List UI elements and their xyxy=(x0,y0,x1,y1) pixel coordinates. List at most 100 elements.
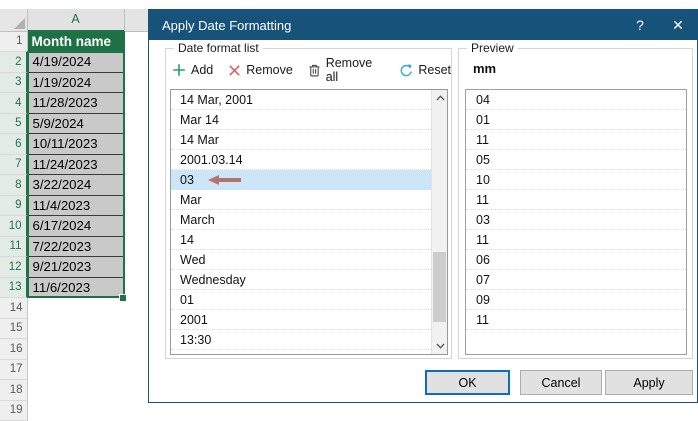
format-list-item[interactable]: 2001 xyxy=(171,310,431,330)
help-button[interactable]: ? xyxy=(621,10,659,40)
format-list-item-label: Mar 14 xyxy=(180,113,219,127)
row-number[interactable]: 11 xyxy=(0,237,28,258)
row-number[interactable]: 6 xyxy=(0,134,28,155)
format-list-item-label: Wednesday xyxy=(180,273,246,287)
format-toolbar: Add Remove Remove all xyxy=(172,59,451,81)
row-number[interactable]: 12 xyxy=(0,257,28,278)
format-list-item[interactable]: Wednesday xyxy=(171,270,431,290)
preview-list-item: 07 xyxy=(466,270,686,290)
preview-list-item: 11 xyxy=(466,130,686,150)
cancel-button[interactable]: Cancel xyxy=(520,370,602,395)
scroll-down-icon[interactable] xyxy=(432,338,448,354)
row-number[interactable]: 4 xyxy=(0,93,28,114)
date-cell[interactable]: 11/24/2023 xyxy=(28,155,125,176)
date-cell[interactable]: 11/28/2023 xyxy=(28,93,125,114)
dialog-button-row: OK Cancel Apply xyxy=(149,370,693,395)
preview-list-item: 06 xyxy=(466,250,686,270)
row-number[interactable]: 16 xyxy=(0,339,28,360)
row-number[interactable]: 15 xyxy=(0,319,28,340)
column-header-row: A xyxy=(0,9,160,32)
add-button[interactable]: Add xyxy=(172,63,213,77)
scrollbar-thumb[interactable] xyxy=(433,252,446,322)
row-number[interactable]: 3 xyxy=(0,73,28,94)
preview-list-item: 11 xyxy=(466,190,686,210)
fill-handle[interactable] xyxy=(119,294,127,302)
plus-icon xyxy=(172,63,186,77)
format-list-item[interactable]: Mar xyxy=(171,190,431,210)
row-number[interactable]: 7 xyxy=(0,155,28,176)
preview-list-item: 10 xyxy=(466,170,686,190)
format-list-item-label: Wed xyxy=(180,253,205,267)
format-list-item[interactable]: 14 Mar, 2001 xyxy=(171,90,431,110)
row-number[interactable]: 9 xyxy=(0,196,28,217)
format-list-item-label: 03 xyxy=(180,173,194,187)
format-list-item-label: 2001.03.14 xyxy=(180,153,243,167)
select-all-triangle-icon xyxy=(14,18,25,29)
row-number[interactable]: 17 xyxy=(0,360,28,381)
date-cells: 4/19/20241/19/202411/28/20235/9/202410/1… xyxy=(28,52,125,298)
row-number[interactable]: 5 xyxy=(0,114,28,135)
header-cell-month-name[interactable]: Month name xyxy=(28,32,125,53)
format-list-item[interactable]: Wed xyxy=(171,250,431,270)
remove-all-button-label: Remove all xyxy=(326,56,384,84)
select-all-corner[interactable] xyxy=(0,9,28,32)
format-list-item[interactable]: 2001.03.14 xyxy=(171,150,431,170)
remove-button[interactable]: Remove xyxy=(228,63,293,77)
remove-button-label: Remove xyxy=(246,63,293,77)
format-list-item[interactable]: 14 Mar xyxy=(171,130,431,150)
preview-group: Preview mm 040111051011031106070911 xyxy=(458,48,693,359)
format-list-item[interactable]: 01 xyxy=(171,290,431,310)
format-list-item[interactable]: 13:30 xyxy=(171,330,431,350)
row-number[interactable]: 8 xyxy=(0,175,28,196)
row-number[interactable]: 13 xyxy=(0,278,28,299)
date-cell[interactable]: 4/19/2024 xyxy=(28,52,125,73)
row-number[interactable]: 14 xyxy=(0,298,28,319)
format-list-item-label: 01 xyxy=(180,293,194,307)
dialog-titlebar[interactable]: Apply Date Formatting ? ✕ xyxy=(149,10,697,40)
format-list-item-label: 13:30 xyxy=(180,333,211,347)
date-cell[interactable]: 11/6/2023 xyxy=(28,278,125,299)
close-button[interactable]: ✕ xyxy=(659,10,697,40)
column-header-a[interactable]: A xyxy=(28,9,125,32)
remove-x-icon xyxy=(228,64,241,77)
preview-list: 040111051011031106070911 xyxy=(465,89,687,355)
date-cell[interactable]: 1/19/2024 xyxy=(28,73,125,94)
format-list-item[interactable]: 14 xyxy=(171,230,431,250)
preview-list-item: 03 xyxy=(466,210,686,230)
apply-date-formatting-dialog: Apply Date Formatting ? ✕ Date format li… xyxy=(148,9,698,403)
format-list-item-label: 14 Mar, 2001 xyxy=(180,93,253,107)
preview-column-header: mm xyxy=(473,61,496,76)
date-cell[interactable]: 11/4/2023 xyxy=(28,196,125,217)
date-cell[interactable]: 9/21/2023 xyxy=(28,257,125,278)
format-list-item[interactable]: March xyxy=(171,210,431,230)
row-number-column: 12345678910111213141516171819 xyxy=(0,32,28,421)
scroll-up-icon[interactable] xyxy=(432,90,448,106)
date-cell[interactable]: 3/22/2024 xyxy=(28,175,125,196)
trash-icon xyxy=(308,63,321,78)
format-list-item[interactable]: 03 xyxy=(171,170,431,190)
apply-button[interactable]: Apply xyxy=(605,370,693,395)
row-number[interactable]: 19 xyxy=(0,401,28,421)
date-cell[interactable]: 10/11/2023 xyxy=(28,134,125,155)
column-a-cells: Month name 4/19/20241/19/202411/28/20235… xyxy=(28,32,125,299)
row-number[interactable]: 10 xyxy=(0,216,28,237)
date-cell[interactable]: 5/9/2024 xyxy=(28,114,125,135)
ok-button[interactable]: OK xyxy=(425,370,510,395)
date-cell[interactable]: 6/17/2024 xyxy=(28,216,125,237)
preview-list-item: 05 xyxy=(466,150,686,170)
reset-button[interactable]: Reset xyxy=(398,63,451,78)
format-list-item[interactable]: Mar 14 xyxy=(171,110,431,130)
dialog-title: Apply Date Formatting xyxy=(162,18,621,33)
row-number[interactable]: 18 xyxy=(0,380,28,401)
list-scrollbar[interactable] xyxy=(431,90,447,354)
date-format-group: Date format list Add Remove Remove all xyxy=(165,48,452,359)
row-number[interactable]: 2 xyxy=(0,52,28,73)
remove-all-button[interactable]: Remove all xyxy=(308,56,384,84)
format-list-item-label: 14 Mar xyxy=(180,133,219,147)
preview-list-item: 09 xyxy=(466,290,686,310)
date-format-list[interactable]: 14 Mar, 2001 Mar 14 14 Mar 2001.03.14 xyxy=(170,89,448,355)
row-number[interactable]: 1 xyxy=(0,32,28,53)
preview-list-item: 04 xyxy=(466,90,686,110)
date-cell[interactable]: 7/22/2023 xyxy=(28,237,125,258)
format-list-item-label: Mar xyxy=(180,193,202,207)
